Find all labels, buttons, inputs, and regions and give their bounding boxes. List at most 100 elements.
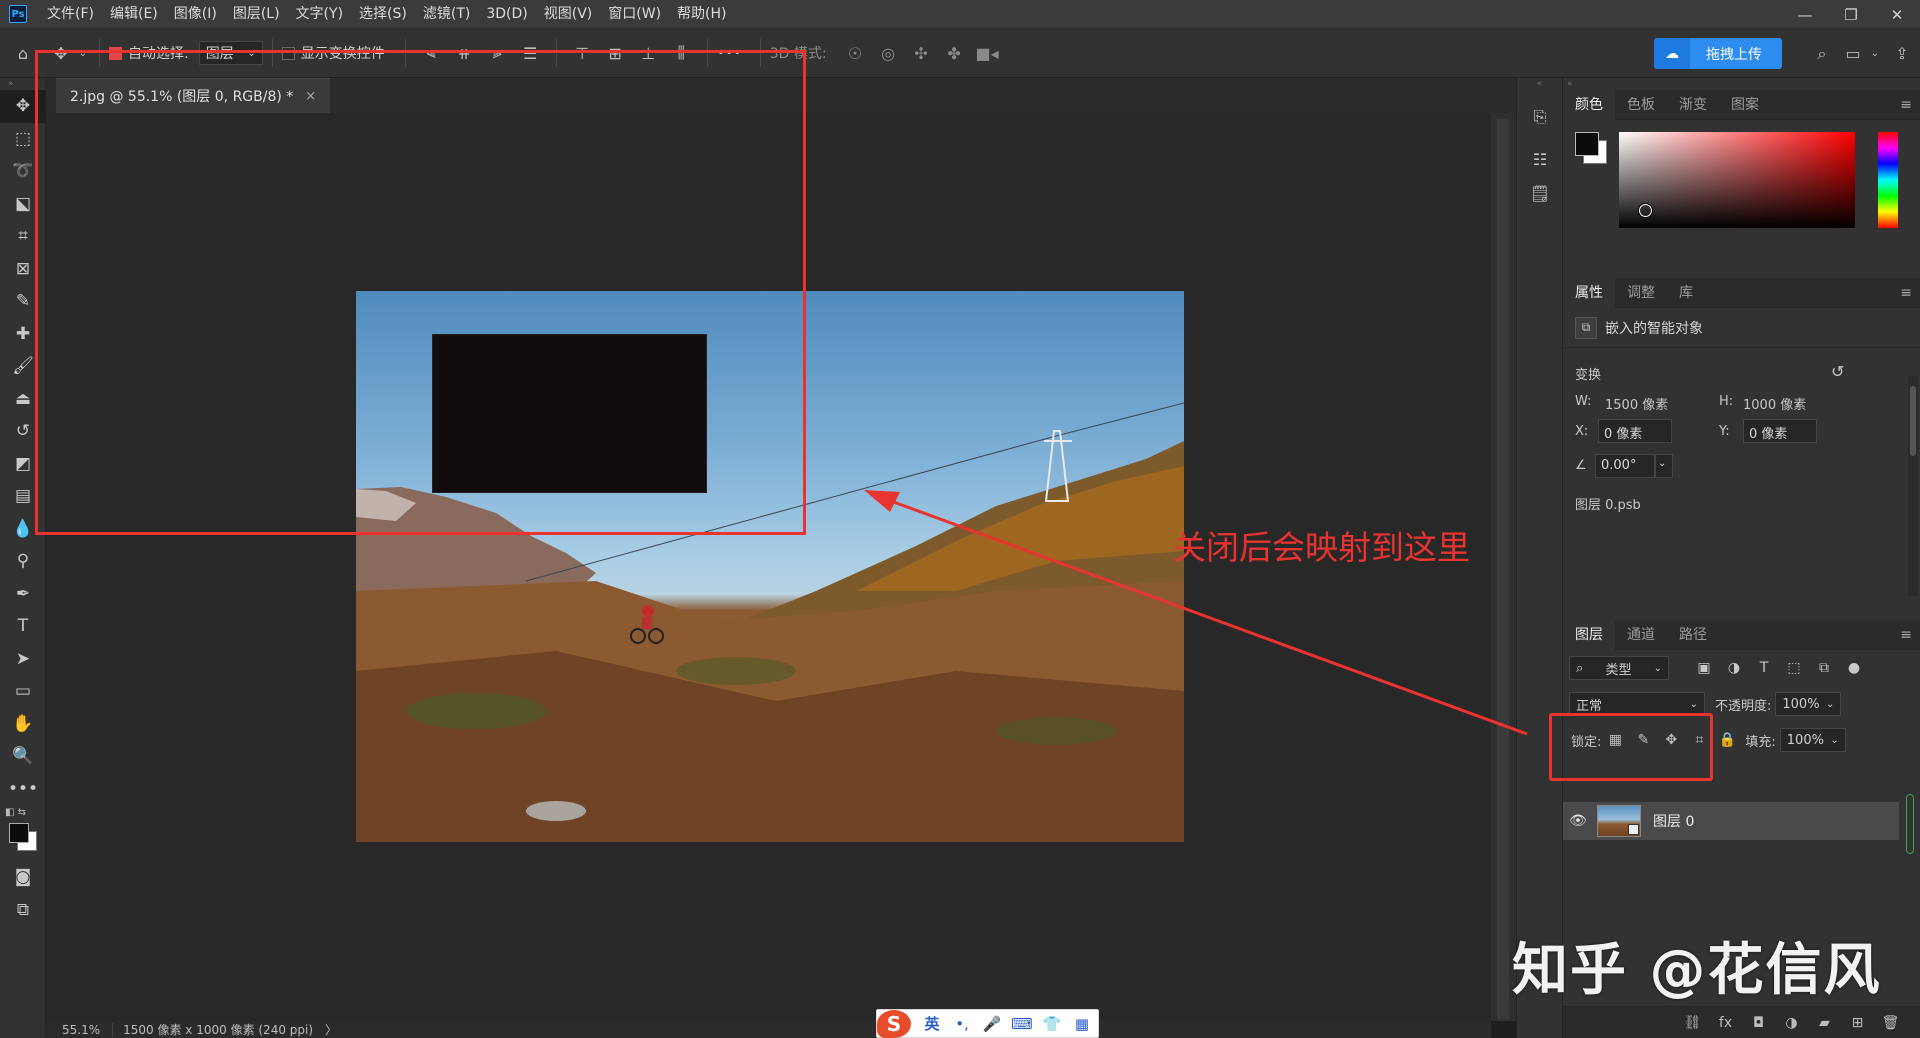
foreground-color-swatch[interactable] [1575,132,1599,156]
menu-view[interactable]: 视图(V) [536,0,601,29]
layer-name[interactable]: 图层 0 [1653,811,1694,831]
menu-type[interactable]: 文字(Y) [288,0,351,29]
dodge-tool-icon[interactable]: ⚲ [0,545,46,578]
reset-transform-icon[interactable]: ↺ [1831,362,1844,381]
menu-3d[interactable]: 3D(D) [478,0,535,29]
history-panel-icon[interactable]: ⎘ [1517,100,1563,134]
upload-button[interactable]: ☁ 拖拽上传 [1654,38,1782,69]
3d-roll-icon[interactable]: ◎ [872,29,905,78]
new-layer-icon[interactable]: ⊞ [1841,1015,1874,1031]
path-select-tool-icon[interactable]: ➤ [0,643,46,676]
hue-slider[interactable] [1878,132,1898,228]
properties-panel-icon[interactable]: ☷ [1517,142,1563,176]
filter-type-icon[interactable]: T [1749,660,1779,676]
filter-shape-icon[interactable]: ⬚ [1779,660,1809,676]
panel-menu-icon[interactable]: ≡ [1900,620,1912,650]
layer-row[interactable]: 👁 图层 0 [1563,802,1899,840]
layers-scrollbar[interactable] [1906,794,1914,854]
chevron-down-icon[interactable]: ⌄ [1866,29,1884,78]
tab-properties[interactable]: 属性 [1563,277,1615,308]
adjustment-layer-icon[interactable]: ◑ [1775,1015,1808,1031]
menu-layer[interactable]: 图层(L) [225,0,288,29]
panel-grip-icon[interactable]: « [1563,78,1920,90]
canvas-vertical-scrollbar[interactable] [1491,113,1516,1021]
tab-gradients[interactable]: 渐变 [1667,90,1719,120]
properties-panel-tabs: 属性 调整 库 ≡ [1563,277,1920,308]
layer-filter-dropdown[interactable]: ⌕ 类型 ⌄ [1569,656,1669,680]
y-position-input[interactable]: 0 像素 [1743,419,1817,443]
tab-channels[interactable]: 通道 [1615,620,1667,650]
skin-icon[interactable]: 👕 [1037,1015,1067,1033]
notes-panel-icon[interactable]: 🗒 [1517,176,1563,210]
menu-edit[interactable]: 编辑(E) [102,0,166,29]
eye-icon[interactable]: 👁 [1563,813,1593,829]
ime-language[interactable]: 英 [917,1013,947,1034]
shrub-patch [996,717,1116,745]
status-menu-arrow-icon[interactable]: 〉 [325,1021,337,1038]
close-window-icon[interactable]: ✕ [1874,0,1920,29]
panel-menu-icon[interactable]: ≡ [1900,90,1912,120]
x-position-input[interactable]: 0 像素 [1598,419,1672,443]
menu-file[interactable]: 文件(F) [39,0,102,29]
menu-window[interactable]: 窗口(W) [600,0,669,29]
scrollbar-thumb[interactable] [1497,119,1509,1019]
color-picker-cursor[interactable] [1639,204,1652,217]
panel-menu-icon[interactable]: ≡ [1900,278,1912,308]
quick-mask-icon[interactable]: ◙ [0,861,46,894]
type-tool-icon[interactable]: T [0,610,46,643]
filter-toggle-icon[interactable]: ● [1839,660,1869,676]
foreground-color-swatch[interactable] [9,823,29,843]
tab-swatches[interactable]: 色板 [1615,90,1667,120]
pen-tool-icon[interactable]: ✒ [0,578,46,611]
3d-orbit-icon[interactable]: ☉ [839,29,872,78]
share-icon[interactable]: ⇪ [1884,29,1920,78]
fx-icon[interactable]: fx [1709,1015,1742,1031]
workspace-icon[interactable]: ▭ [1840,29,1866,78]
tab-adjustments[interactable]: 调整 [1615,278,1667,308]
menu-image[interactable]: 图像(I) [166,0,225,29]
panel-grip-icon[interactable]: « [1517,78,1562,90]
opacity-input[interactable]: 100% ⌄ [1775,692,1842,716]
zoom-tool-icon[interactable]: 🔍 [0,740,46,773]
restore-icon[interactable]: ❐ [1828,0,1874,29]
add-mask-icon[interactable]: ◘ [1742,1015,1775,1031]
tab-color[interactable]: 颜色 [1563,89,1615,120]
menu-select[interactable]: 选择(S) [351,0,415,29]
angle-input[interactable]: 0.00° [1595,454,1655,478]
microphone-icon[interactable]: 🎤 [977,1015,1007,1033]
hand-tool-icon[interactable]: ✋ [0,708,46,741]
zoom-level[interactable]: 55.1% [46,1022,114,1037]
new-group-icon[interactable]: ▰ [1808,1015,1841,1031]
filter-adjustment-icon[interactable]: ◑ [1719,660,1749,676]
color-picker-field[interactable] [1619,132,1855,228]
link-layers-icon[interactable]: ⛓ [1676,1015,1709,1031]
keyboard-icon[interactable]: ⌨ [1007,1015,1037,1033]
filter-smart-object-icon[interactable]: ⧉ [1809,660,1839,676]
minimize-icon[interactable]: — [1782,0,1828,29]
screen-mode-icon[interactable]: ⧉ [0,894,46,927]
ime-logo-icon[interactable]: S [877,1009,911,1038]
edit-toolbar-icon[interactable]: ••• [0,773,46,806]
menu-filter[interactable]: 滤镜(T) [415,0,478,29]
trash-icon[interactable]: 🗑 [1874,1015,1907,1031]
rectangle-tool-icon[interactable]: ▭ [0,675,46,708]
3d-camera-icon[interactable]: ■◂ [971,29,1004,78]
default-colors-icon[interactable]: ◧ ⇆ [5,807,26,818]
tab-libraries[interactable]: 库 [1667,278,1705,308]
ime-punctuation[interactable]: •, [947,1015,977,1033]
chevron-down-icon[interactable]: ⌄ [1655,454,1673,478]
3d-pan-icon[interactable]: ✣ [905,29,938,78]
fill-input[interactable]: 100% ⌄ [1779,728,1846,752]
3d-slide-icon[interactable]: ✤ [938,29,971,78]
tab-patterns[interactable]: 图案 [1719,90,1771,120]
tab-paths[interactable]: 路径 [1667,620,1719,650]
filter-pixel-icon[interactable]: ▣ [1689,660,1719,676]
search-icon[interactable]: ⌕ [1804,29,1840,78]
toolbox-icon[interactable]: ▦ [1067,1015,1097,1033]
scrollbar-thumb[interactable] [1910,386,1916,456]
color-swatches[interactable]: ◧ ⇆ [0,805,45,861]
properties-scrollbar[interactable] [1908,376,1918,596]
lock-all-icon[interactable]: 🔒 [1713,732,1741,748]
menu-help[interactable]: 帮助(H) [669,0,734,29]
tab-layers[interactable]: 图层 [1563,619,1615,650]
